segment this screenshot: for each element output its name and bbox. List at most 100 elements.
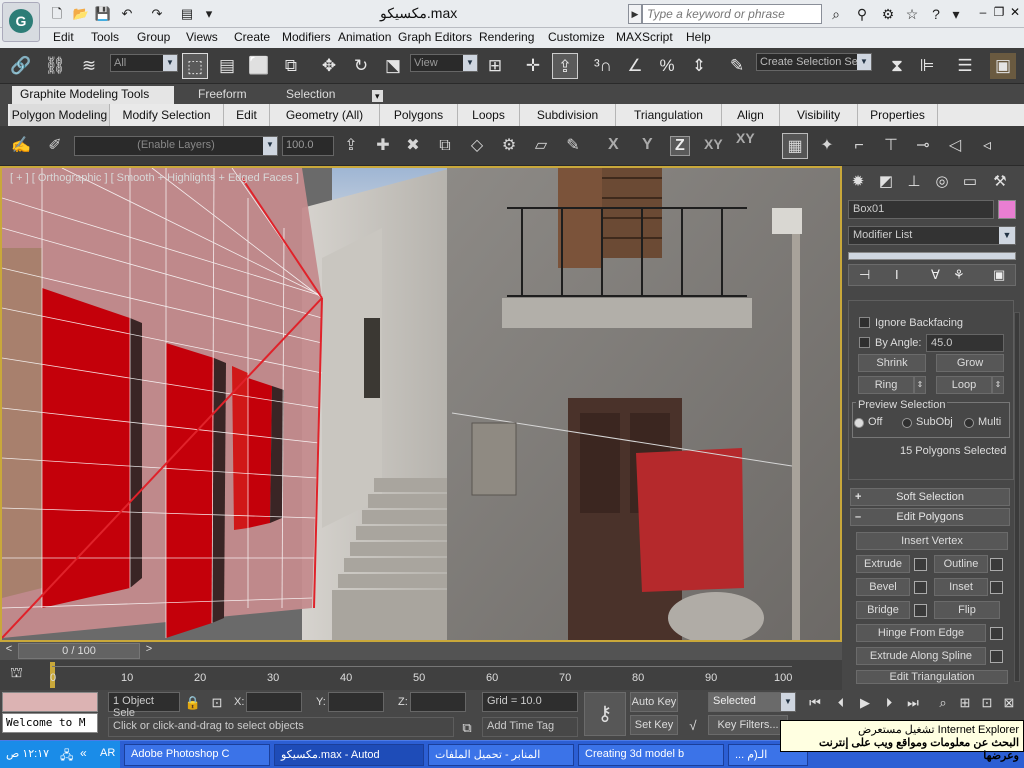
angle-snap-icon[interactable]: ∠ [622,53,648,79]
panel-properties[interactable]: Properties [858,104,938,126]
flatten-icon[interactable]: ▱ [528,133,554,159]
close-icon[interactable]: ✕ [1008,5,1022,21]
grow-button[interactable]: Grow [936,354,1004,372]
by-angle-checkbox[interactable] [859,337,870,348]
hinge-settings-icon[interactable] [990,627,1003,640]
named-selection-set-dropdown[interactable]: Create Selection Se ▼ [756,53,872,71]
absolute-mode-icon[interactable]: ⊡ [208,694,226,712]
go-to-start-icon[interactable]: ⏮ [806,694,824,712]
strength-spinner[interactable]: 100.0 [282,136,334,156]
tab-freeform[interactable]: Freeform [190,86,255,104]
rotate-icon[interactable]: ↻ [348,53,374,79]
time-tag-icon[interactable]: ⧉ [458,719,476,737]
zoom-icon[interactable]: ⌕ [934,694,952,712]
zoom-all-icon[interactable]: ⊞ [956,694,974,712]
ribbon-minimize-icon[interactable]: ▾ [372,90,383,102]
key-filters-button[interactable]: Key Filters... [708,715,788,735]
panel-geometry-all[interactable]: Geometry (All) [270,104,380,126]
add-time-tag[interactable]: Add Time Tag [482,717,578,737]
layer-manager-icon[interactable]: ☰ [952,53,978,79]
select-object-icon[interactable]: ⬚ [182,53,208,79]
help-dropdown-icon[interactable]: ▾ [946,5,966,23]
panel-polygons[interactable]: Polygons [380,104,458,126]
modify-tab-icon[interactable]: ◩ [874,170,898,194]
restore-icon[interactable]: ❐ [992,5,1006,21]
ignore-backfacing-checkbox[interactable] [859,317,870,328]
percent-snap-icon[interactable]: % [654,53,680,79]
outline-button[interactable]: Outline [934,555,988,573]
pin-stack-icon[interactable]: ⊣ [859,267,870,283]
open-file-icon[interactable]: 📂 [72,5,90,23]
conform-icon[interactable]: ◇ [464,133,490,159]
selection-filter-dropdown[interactable]: All ▼ [110,54,178,72]
panel-align[interactable]: Align [722,104,780,126]
redo-icon[interactable]: ↷ [148,5,166,23]
ring-button[interactable]: Ring [858,376,914,394]
menu-tools[interactable]: Tools [91,30,119,44]
axis-y-button[interactable]: Y [642,136,653,154]
maxscript-listener-mini[interactable] [2,692,98,712]
go-to-end-icon[interactable]: ⏭ [904,694,922,712]
preview-multi-radio[interactable] [964,418,974,428]
insert-vertex-button[interactable]: Insert Vertex [856,532,1008,550]
search-input[interactable]: Type a keyword or phrase [642,4,822,24]
panel-polygon-modeling[interactable]: Polygon Modeling [10,104,110,126]
motion-tab-icon[interactable]: ◎ [930,170,954,194]
utilities-tab-icon[interactable]: ⚒ [988,170,1012,194]
key-mode-dropdown[interactable]: Selected ▼ [708,692,796,712]
ring-spinner-icon[interactable]: ⇕ [914,376,926,394]
loop-spinner-icon[interactable]: ⇕ [992,376,1004,394]
spinner-snap-icon[interactable]: ⇕ [686,53,712,79]
paint-deform-icon[interactable]: ✐ [42,133,68,159]
show-end-result-icon[interactable]: I [895,267,899,282]
inset-button[interactable]: Inset [934,578,988,596]
panel-loops[interactable]: Loops [458,104,520,126]
z-coord-field[interactable] [410,692,466,712]
panel-visibility[interactable]: Visibility [780,104,858,126]
edge-icon[interactable]: ⌐ [846,133,872,159]
move-icon[interactable]: ✥ [316,53,342,79]
time-slider-thumb[interactable]: 0 / 100 [18,643,140,659]
edit-triangulation-button[interactable]: Edit Triangulation [856,670,1008,684]
bevel-settings-icon[interactable] [914,581,927,594]
polygon-icon[interactable]: ⊸ [910,133,936,159]
remove-modifier-icon[interactable]: ⚘ [953,267,965,283]
menu-modifiers[interactable]: Modifiers [282,30,331,44]
help-icon[interactable]: ? [926,5,946,23]
play-icon[interactable]: ▶ [856,694,874,712]
relax-icon[interactable]: ⚙ [496,133,522,159]
tab-graphite-modeling-tools[interactable]: Graphite Modeling Tools [12,86,174,104]
bridge-button[interactable]: Bridge [856,601,910,619]
paint-connect-icon[interactable]: ✍ [8,133,34,159]
viewport-label[interactable]: [ + ] [ Orthographic ] [ Smooth + Highli… [10,172,299,184]
soft-selection-rollout[interactable]: + Soft Selection [850,488,1010,506]
new-file-icon[interactable]: 🗋 [48,5,66,23]
command-panel-scrollbar[interactable] [1014,312,1020,682]
border-icon[interactable]: ⊤ [878,133,904,159]
configure-sets-icon[interactable]: ▣ [993,267,1005,283]
mini-curve-editor-icon[interactable]: ⛫ [10,664,32,684]
loop-button[interactable]: Loop [936,376,992,394]
bridge-settings-icon[interactable] [914,604,927,617]
shrink-button[interactable]: Shrink [858,354,926,372]
minimize-icon[interactable]: – [976,5,990,21]
panel-modify-selection[interactable]: Modify Selection [110,104,224,126]
extrude-along-spline-button[interactable]: Extrude Along Spline [856,647,986,665]
flip-button[interactable]: Flip [934,601,1000,619]
default-tangent-icon[interactable]: √ [684,717,702,735]
lock-selection-icon[interactable]: 🔒 [184,694,202,712]
layer-dropdown[interactable]: (Enable Layers) ▼ [74,136,278,156]
axis-xy-alt-button[interactable]: XY [736,130,755,146]
by-angle-spinner[interactable]: 45.0 [926,334,1004,352]
hierarchy-tab-icon[interactable]: ⊥ [902,170,926,194]
viewport[interactable]: [ + ] [ Orthographic ] [ Smooth + Highli… [0,166,842,642]
undo-icon[interactable]: ↶ [118,5,136,23]
preview-off-radio[interactable] [854,418,864,428]
object-color-swatch[interactable] [998,200,1016,219]
snaps-toggle-icon[interactable]: ³∩ [590,53,616,79]
y-coord-field[interactable] [328,692,384,712]
track-bar[interactable]: ⛫ 0 10 20 30 40 50 60 70 80 90 100 [0,660,842,690]
edit-polygons-rollout[interactable]: – Edit Polygons [850,508,1010,526]
search-expand-icon[interactable]: ▶ [628,4,642,24]
menu-group[interactable]: Group [137,30,170,44]
